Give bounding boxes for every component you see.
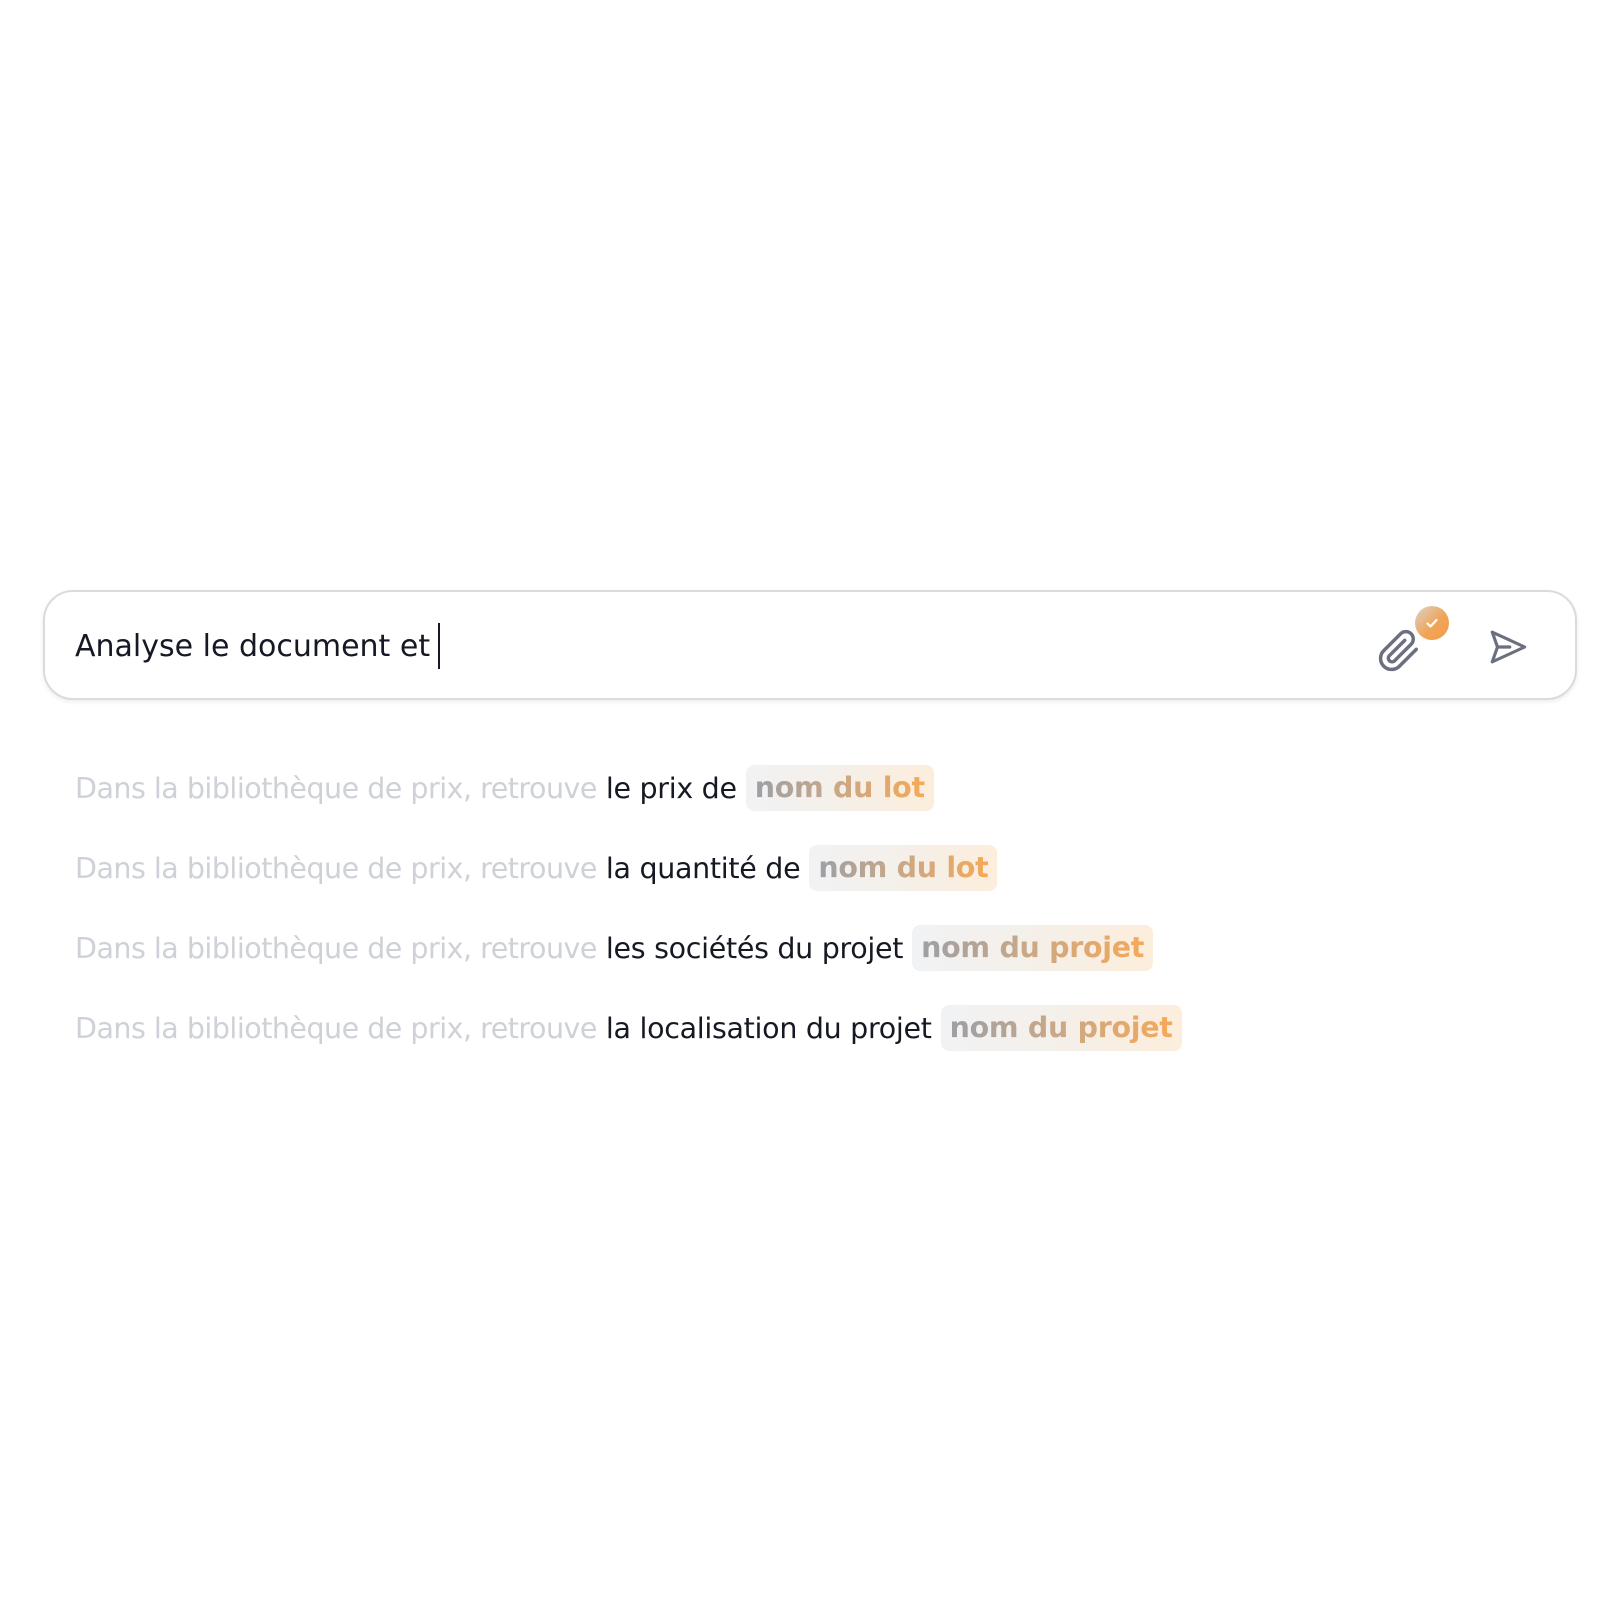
suggestion-prefix: Dans la bibliothèque de prix, retrouve	[75, 931, 597, 965]
paperclip-icon	[1378, 629, 1418, 672]
attach-file-button[interactable]	[1365, 606, 1451, 686]
prompt-input-value[interactable]: Analyse le document et	[75, 629, 430, 664]
send-button[interactable]	[1475, 614, 1541, 680]
check-icon	[1426, 618, 1438, 628]
suggestion-item[interactable]: Dans la bibliothèque de prix, retrouve l…	[75, 828, 1535, 908]
placeholder-chip: nom du projet	[940, 1005, 1182, 1051]
suggestion-action: la localisation du projet	[605, 1011, 932, 1045]
placeholder-chip-label: nom du projet	[949, 1011, 1173, 1044]
suggestion-item[interactable]: Dans la bibliothèque de prix, retrouve l…	[75, 748, 1535, 828]
placeholder-chip-label: nom du lot	[818, 851, 989, 884]
suggestion-list: Dans la bibliothèque de prix, retrouve l…	[75, 748, 1535, 1068]
suggestion-prefix: Dans la bibliothèque de prix, retrouve	[75, 1011, 597, 1045]
prompt-composer: Analyse le document et	[43, 590, 1577, 700]
placeholder-chip: nom du lot	[745, 765, 934, 811]
suggestion-action: le prix de	[605, 771, 737, 805]
placeholder-chip: nom du lot	[809, 845, 998, 891]
placeholder-chip: nom du projet	[912, 925, 1154, 971]
prompt-input[interactable]: Analyse le document et	[75, 620, 441, 672]
suggestion-action: les sociétés du projet	[605, 931, 904, 965]
attachment-check-badge	[1415, 606, 1449, 640]
suggestion-item[interactable]: Dans la bibliothèque de prix, retrouve l…	[75, 988, 1535, 1068]
placeholder-chip-label: nom du lot	[754, 771, 925, 804]
text-caret	[438, 623, 441, 669]
suggestion-item[interactable]: Dans la bibliothèque de prix, retrouve l…	[75, 908, 1535, 988]
placeholder-chip-label: nom du projet	[921, 931, 1145, 964]
send-icon	[1490, 630, 1527, 664]
suggestion-prefix: Dans la bibliothèque de prix, retrouve	[75, 771, 597, 805]
suggestion-prefix: Dans la bibliothèque de prix, retrouve	[75, 851, 597, 885]
suggestion-action: la quantité de	[605, 851, 801, 885]
